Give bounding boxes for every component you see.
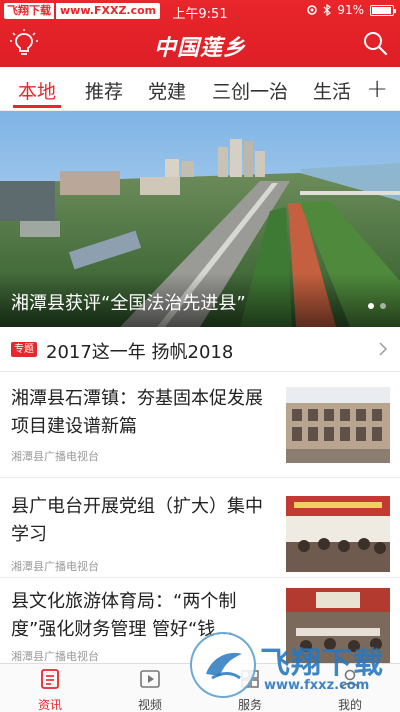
profile-icon	[341, 669, 359, 689]
status-indicators: 91%	[307, 3, 396, 17]
news-list-item[interactable]: 县文化旅游体育局：“两个制度”强化财务管理 管好“钱… 湘潭县广播电视台	[0, 578, 400, 664]
bluetooth-icon	[323, 4, 332, 16]
app-header: 飞翔下载 www.FXXZ.com 上午9:51 91% 中国莲乡	[0, 0, 400, 67]
video-icon	[140, 670, 160, 688]
tab-three-create-one-govern[interactable]: 三创一治	[212, 77, 288, 104]
status-bar: 飞翔下载 www.FXXZ.com 上午9:51 91%	[0, 0, 400, 22]
news-source: 湘潭县广播电视台	[11, 560, 99, 573]
location-icon	[307, 5, 318, 15]
add-channel-button[interactable]: +	[366, 74, 388, 104]
channel-tabs: 本地 推荐 党建 三创一治 生活 +	[0, 67, 400, 111]
topic-title: 2017这一年 扬帆2018	[46, 342, 234, 363]
tab-life[interactable]: 生活	[313, 77, 351, 104]
hero-banner[interactable]: 湘潭县获评“全国法治先进县”	[0, 111, 400, 327]
news-title: 湘潭县石潭镇：夯基固本促发展 项目建设谱新篇	[11, 388, 263, 437]
bottom-tab-label: 我的	[337, 698, 362, 712]
news-thumbnail	[286, 387, 390, 463]
news-source: 湘潭县广播电视台	[11, 450, 99, 463]
tab-party-building[interactable]: 党建	[148, 77, 186, 104]
service-icon	[241, 670, 259, 688]
news-thumbnail	[286, 588, 390, 664]
battery-icon	[370, 4, 396, 16]
hero-caption: 湘潭县获评“全国法治先进县”	[0, 273, 400, 327]
news-list-item[interactable]: 湘潭县石潭镇：夯基固本促发展 项目建设谱新篇 湘潭县广播电视台	[0, 372, 400, 478]
carousel-dot[interactable]	[380, 303, 386, 309]
topic-badge: 专题	[11, 342, 37, 357]
bottom-tab-news[interactable]: 资讯	[20, 668, 80, 712]
carousel-dot-active[interactable]	[368, 303, 374, 309]
special-topic-row[interactable]: 专题 2017这一年 扬帆2018	[0, 327, 400, 372]
news-thumbnail	[286, 496, 390, 572]
bottom-tab-profile[interactable]: 我的	[320, 668, 380, 712]
app-bar: 中国莲乡	[0, 22, 400, 67]
news-title: 县广电台开展党组（扩大）集中学习	[11, 496, 263, 545]
battery-percent: 91%	[337, 3, 364, 17]
news-icon	[41, 669, 59, 689]
news-source: 湘潭县广播电视台	[11, 650, 99, 663]
news-list-item[interactable]: 县广电台开展党组（扩大）集中学习 湘潭县广播电视台	[0, 478, 400, 578]
bottom-tab-label: 服务	[237, 698, 262, 712]
search-icon[interactable]	[362, 30, 388, 56]
bottom-navigation: 资讯 视频 服务 我的	[0, 663, 400, 712]
tab-recommend[interactable]: 推荐	[85, 77, 123, 104]
bottom-tab-label: 资讯	[37, 698, 62, 712]
chevron-right-icon	[379, 342, 388, 356]
bottom-tab-service[interactable]: 服务	[220, 668, 280, 712]
app-logo: 中国莲乡	[153, 35, 246, 61]
carousel-dots	[368, 303, 386, 309]
news-title: 县文化旅游体育局：“两个制度”强化财务管理 管好“钱…	[11, 591, 237, 640]
hero-title: 湘潭县获评“全国法治先进县”	[11, 293, 246, 314]
active-tab-indicator	[13, 105, 61, 108]
bottom-tab-label: 视频	[137, 698, 162, 712]
bottom-tab-video[interactable]: 视频	[120, 668, 180, 712]
tab-local[interactable]: 本地	[18, 77, 56, 104]
